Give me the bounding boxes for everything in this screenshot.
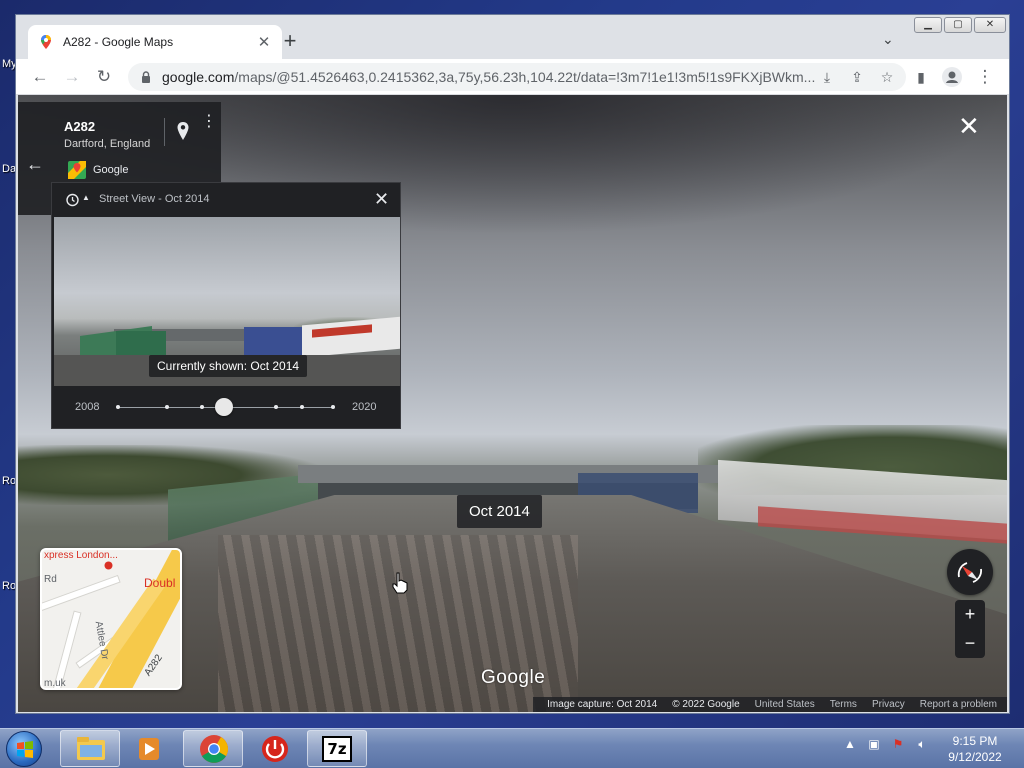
new-tab-button[interactable]: + bbox=[278, 30, 302, 52]
back-arrow-icon[interactable]: ← bbox=[28, 65, 52, 89]
lock-icon bbox=[142, 71, 150, 83]
action-center-flag-icon[interactable]: ⚑ bbox=[890, 737, 906, 753]
browser-toolbar: ← → ↻ google.com/maps/@51.4526463,0.2415… bbox=[16, 59, 1009, 95]
start-button[interactable] bbox=[6, 731, 42, 767]
taskbar-power-app-button[interactable] bbox=[245, 730, 303, 767]
taskbar: 7z ▲ ▣ ⚑ 🔈︎ 9:15 PM 9/12/2022 bbox=[0, 728, 1024, 768]
caret-up-icon[interactable]: ▲ bbox=[82, 193, 90, 202]
time-machine-preview[interactable]: Currently shown: Oct 2014 bbox=[54, 217, 400, 386]
tab-google-maps[interactable]: A282 - Google Maps ✕ bbox=[28, 25, 282, 59]
tab-close-icon[interactable]: ✕ bbox=[256, 33, 272, 51]
slider-stop[interactable] bbox=[274, 405, 278, 409]
address-bar[interactable]: google.com/maps/@51.4526463,0.2415362,3a… bbox=[128, 63, 906, 91]
hand-cursor-icon bbox=[392, 572, 408, 594]
minimap-label: xpress London... bbox=[44, 550, 118, 561]
map-footer: Image capture: Oct 2014 © 2022 Google Un… bbox=[533, 697, 1007, 712]
side-panel-icon[interactable]: ▮ bbox=[909, 65, 933, 89]
show-hidden-icons-icon[interactable]: ▲ bbox=[842, 737, 858, 753]
year-slider[interactable]: 2008 2020 bbox=[52, 388, 400, 428]
copyright-text: © 2022 Google bbox=[672, 699, 740, 710]
desktop-icon-label[interactable]: Ro bbox=[2, 580, 16, 592]
privacy-link[interactable]: Privacy bbox=[872, 699, 905, 710]
slider-end-year: 2020 bbox=[352, 401, 377, 413]
install-app-icon[interactable]: ⤓ bbox=[816, 69, 838, 86]
slider-stop[interactable] bbox=[300, 405, 304, 409]
tab-strip: A282 - Google Maps ✕ + ⌄ ▁ ▢ ✕ bbox=[16, 15, 1009, 59]
google-watermark: Google bbox=[481, 667, 546, 688]
minimap-place-label: Doubl bbox=[144, 576, 176, 590]
compass-icon[interactable] bbox=[947, 549, 993, 595]
slider-start-year: 2008 bbox=[75, 401, 100, 413]
profile-avatar-icon[interactable] bbox=[940, 65, 964, 89]
url-domain: google.com bbox=[162, 69, 235, 85]
forward-arrow-icon[interactable]: → bbox=[60, 65, 84, 89]
clock-time: 9:15 PM bbox=[952, 734, 998, 748]
maximize-button[interactable]: ▢ bbox=[944, 17, 972, 33]
exit-street-view-close-icon[interactable]: ✕ bbox=[958, 113, 980, 139]
back-arrow-icon[interactable]: ← bbox=[26, 154, 44, 175]
place-title: A282 bbox=[64, 119, 96, 134]
taskbar-chrome-button[interactable] bbox=[183, 730, 243, 767]
slider-stop[interactable] bbox=[116, 405, 120, 409]
desktop-icon-label[interactable]: Ro bbox=[2, 475, 16, 487]
map-pin-icon[interactable] bbox=[176, 121, 190, 141]
network-icon[interactable]: ▣ bbox=[866, 737, 882, 753]
currently-shown-tooltip: Currently shown: Oct 2014 bbox=[149, 355, 308, 377]
street-view-panorama[interactable]: ← A282 Dartford, England ⋮ Google ▲ Stre… bbox=[18, 95, 1007, 712]
browser-window: A282 - Google Maps ✕ + ⌄ ▁ ▢ ✕ ← → ↻ goo… bbox=[15, 14, 1010, 714]
desktop-icon-label[interactable]: Da bbox=[2, 163, 16, 175]
provider-label: Google bbox=[93, 164, 129, 176]
divider bbox=[164, 118, 165, 146]
panorama-date-badge: Oct 2014 bbox=[457, 495, 542, 528]
reload-icon[interactable]: ↻ bbox=[92, 65, 116, 89]
tab-search-chevron-icon[interactable]: ⌄ bbox=[882, 31, 894, 48]
close-window-button[interactable]: ✕ bbox=[974, 17, 1006, 33]
google-maps-pin-icon bbox=[41, 35, 51, 49]
slider-thumb[interactable] bbox=[215, 398, 233, 416]
minimap-road-label: Rd bbox=[44, 574, 57, 585]
minimap-pegman-icon bbox=[104, 561, 113, 570]
more-options-icon[interactable]: ⋮ bbox=[201, 114, 217, 130]
tab-title: A282 - Google Maps bbox=[63, 35, 174, 49]
terms-link[interactable]: Terms bbox=[830, 699, 857, 710]
place-locality: Dartford, England bbox=[64, 138, 151, 150]
time-machine-header: ▲ Street View - Oct 2014 ✕ bbox=[52, 183, 400, 216]
browser-menu-icon[interactable]: ⋮ bbox=[973, 65, 997, 89]
slider-stop[interactable] bbox=[200, 405, 204, 409]
report-problem-link[interactable]: Report a problem bbox=[920, 699, 997, 710]
mini-map[interactable]: xpress London... Doubl Rd Attlee Dr A282… bbox=[40, 548, 182, 690]
taskbar-media-player-button[interactable] bbox=[122, 730, 178, 767]
bookmark-star-icon[interactable]: ☆ bbox=[876, 69, 898, 86]
street-view-time-machine: ▲ Street View - Oct 2014 ✕ Currently sho… bbox=[51, 182, 401, 429]
taskbar-7zip-button[interactable]: 7z bbox=[307, 730, 367, 767]
time-machine-title: Street View - Oct 2014 bbox=[99, 193, 210, 205]
slider-stop[interactable] bbox=[165, 405, 169, 409]
minimize-button[interactable]: ▁ bbox=[914, 17, 942, 33]
zoom-in-button[interactable]: + bbox=[955, 600, 985, 629]
url-text[interactable]: google.com/maps/@51.4526463,0.2415362,3a… bbox=[162, 69, 816, 85]
volume-icon[interactable]: 🔈︎ bbox=[914, 737, 930, 753]
taskbar-explorer-button[interactable] bbox=[60, 730, 120, 767]
7zip-icon: 7z bbox=[322, 736, 352, 762]
close-icon[interactable]: ✕ bbox=[374, 189, 389, 210]
url-path: /maps/@51.4526463,0.2415362,3a,75y,56.23… bbox=[234, 69, 816, 85]
clock-date: 9/12/2022 bbox=[948, 750, 1002, 764]
image-capture-text: Image capture: Oct 2014 bbox=[547, 699, 658, 710]
minimap-label: m.uk bbox=[44, 678, 66, 689]
share-icon[interactable]: ⇪ bbox=[846, 69, 868, 86]
history-clock-icon[interactable] bbox=[65, 193, 79, 207]
zoom-controls: + − bbox=[955, 600, 985, 658]
google-maps-logo-icon bbox=[68, 161, 86, 179]
system-clock[interactable]: 9:15 PM 9/12/2022 bbox=[940, 733, 1010, 765]
region-link[interactable]: United States bbox=[755, 699, 815, 710]
slider-stop[interactable] bbox=[331, 405, 335, 409]
zoom-out-button[interactable]: − bbox=[955, 629, 985, 658]
system-tray: ▲ ▣ ⚑ 🔈︎ bbox=[842, 737, 938, 753]
